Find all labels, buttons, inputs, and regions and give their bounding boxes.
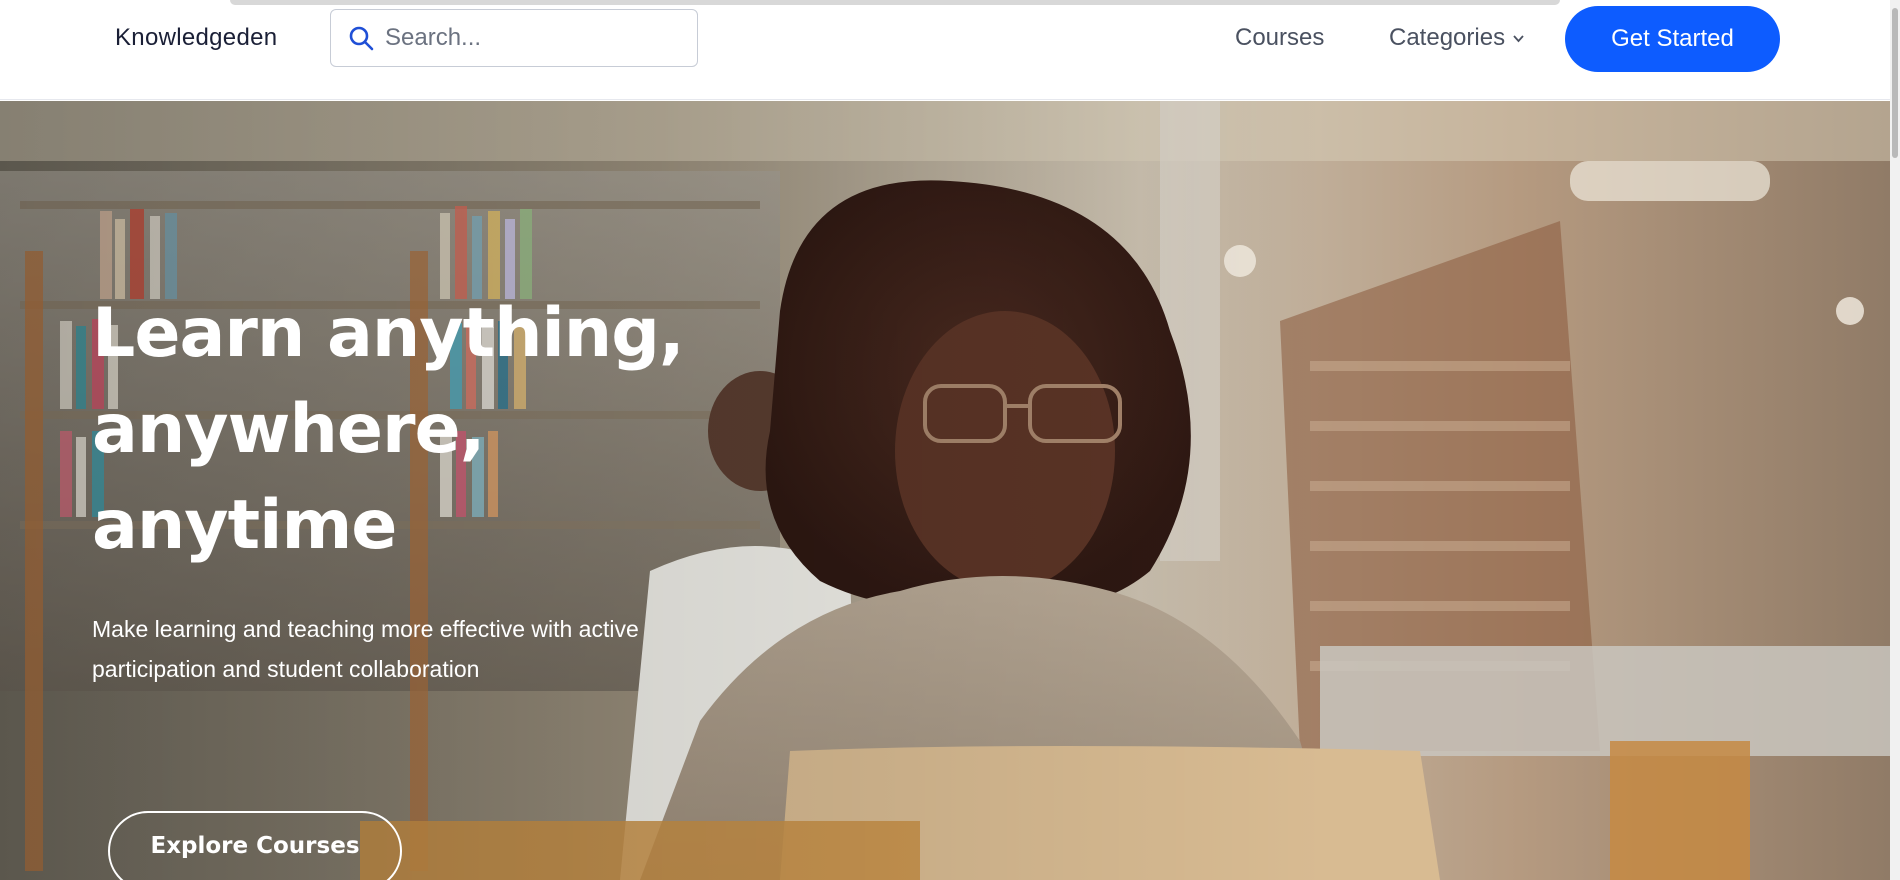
get-started-button[interactable]: Get Started [1565,6,1780,72]
hero-subtitle: Make learning and teaching more effectiv… [92,616,639,682]
search-icon[interactable] [347,24,375,52]
chevron-down-icon [1512,31,1526,45]
site-header: Knowledgeden Courses Categories Get Star… [0,0,1900,100]
nav-courses-link[interactable]: Courses [1235,24,1324,52]
page-scrollbar[interactable] [1890,0,1900,880]
browser-top-strip [230,0,1560,5]
hero-section: Learn anything, anywhere, anytime Make l… [0,101,1900,880]
landing-page: Knowledgeden Courses Categories Get Star… [0,0,1900,880]
hero-title-line: anywhere, [92,390,485,469]
hero-title-line: Learn anything, [92,294,685,373]
search-bar[interactable] [330,9,698,67]
nav-categories-dropdown[interactable]: Categories [1389,24,1526,52]
explore-courses-button[interactable]: Explore Courses [108,811,402,880]
nav-categories-label: Categories [1389,24,1506,51]
hero-title-line: anytime [92,486,397,565]
scrollbar-thumb[interactable] [1892,8,1898,158]
search-input[interactable] [383,23,687,53]
hero-title: Learn anything, anywhere, anytime [92,286,792,574]
site-logo[interactable]: Knowledgeden [115,24,277,52]
